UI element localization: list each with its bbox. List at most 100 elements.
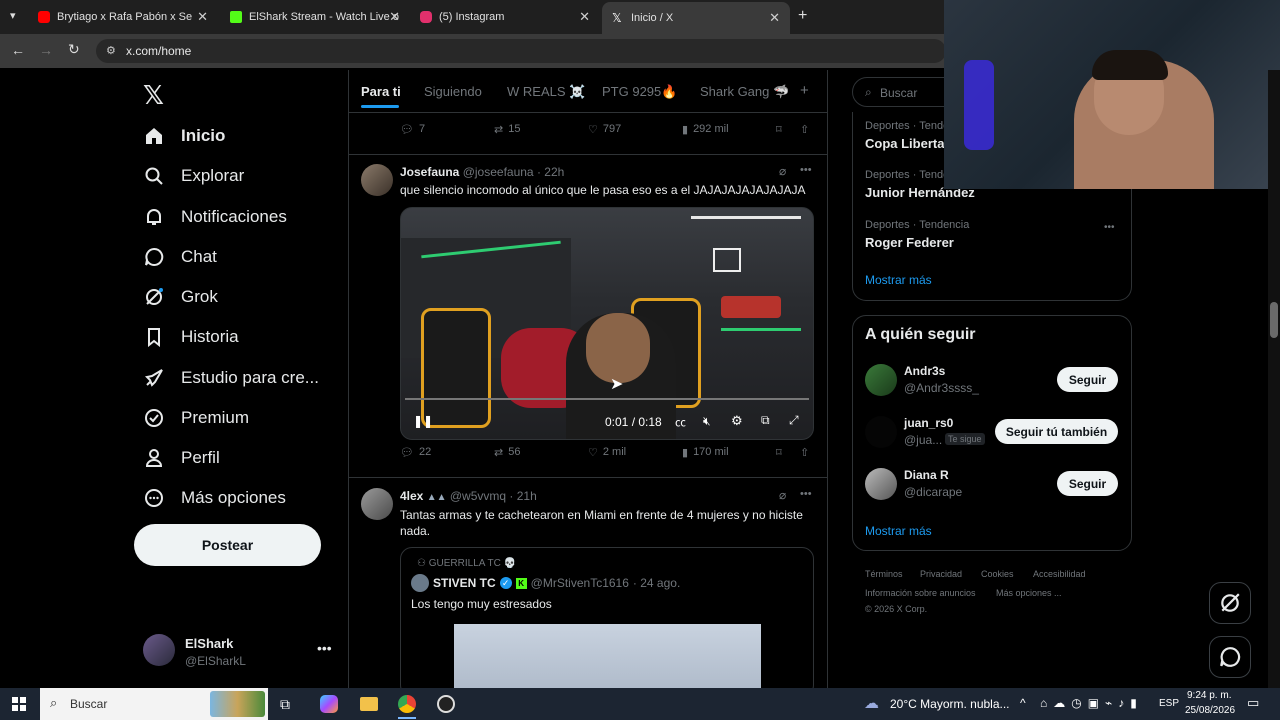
- close-tab-icon[interactable]: ✕: [579, 9, 590, 25]
- show-more-follow-link[interactable]: Mostrar más: [865, 524, 932, 538]
- clock-date[interactable]: 25/08/2026: [1185, 705, 1235, 716]
- fullscreen-icon[interactable]: ⤢: [789, 413, 799, 428]
- footer-link[interactable]: Más opciones ...: [996, 588, 1062, 598]
- tab-for-you[interactable]: Para ti: [361, 84, 401, 99]
- more-icon[interactable]: •••: [1104, 222, 1115, 233]
- quote-media[interactable]: [454, 624, 761, 696]
- share-icon[interactable]: ⇧: [800, 446, 809, 459]
- follow-name[interactable]: Diana R: [904, 468, 949, 482]
- weather-text[interactable]: 20°C Mayorm. nubla...: [890, 697, 1010, 711]
- author-handle[interactable]: @w5vvmq: [450, 489, 506, 503]
- close-tab-icon[interactable]: ✕: [389, 9, 400, 25]
- reload-icon[interactable]: ↻: [68, 41, 80, 58]
- share-icon[interactable]: ⇧: [800, 123, 809, 136]
- scrollbar-thumb[interactable]: [1270, 302, 1278, 338]
- avatar[interactable]: [865, 468, 897, 500]
- reply-button[interactable]: 💬︎ 7: [400, 123, 425, 136]
- weather-icon[interactable]: ☁: [864, 694, 879, 712]
- show-more-trends-link[interactable]: Mostrar más: [865, 273, 932, 287]
- site-info-icon[interactable]: ⚙: [106, 39, 116, 63]
- author-name[interactable]: Josefauna: [400, 165, 459, 179]
- avatar[interactable]: [361, 488, 393, 520]
- nav-premium[interactable]: Premium: [143, 401, 249, 435]
- grok-icon[interactable]: ⌀: [779, 164, 786, 178]
- scrollbar-track[interactable]: [1268, 70, 1280, 688]
- pause-icon[interactable]: ❚❚: [413, 414, 433, 428]
- follow-name[interactable]: juan_rs0: [904, 416, 953, 430]
- obs-icon[interactable]: [437, 695, 455, 713]
- post-button[interactable]: Postear: [134, 524, 321, 566]
- bookmark-icon[interactable]: ⌑: [776, 123, 782, 136]
- mute-icon[interactable]: 🔇︎: [703, 414, 711, 429]
- browser-tab[interactable]: Brytiago x Rafa Pabón x Se ✕: [28, 4, 218, 30]
- author-handle[interactable]: @joseefauna: [463, 165, 534, 179]
- nav-more[interactable]: Más opciones: [143, 481, 286, 515]
- copilot-icon[interactable]: [320, 695, 338, 713]
- nav-grok[interactable]: Grok: [143, 280, 218, 314]
- follow-name[interactable]: Andr3s: [904, 364, 945, 378]
- close-tab-icon[interactable]: ✕: [769, 10, 780, 26]
- follow-button[interactable]: Seguir: [1057, 367, 1118, 392]
- bookmark-icon[interactable]: ⌑: [776, 446, 782, 459]
- trend-item[interactable]: Roger Federer: [865, 235, 954, 250]
- avatar[interactable]: [865, 364, 897, 396]
- follow-button[interactable]: Seguir: [1057, 471, 1118, 496]
- nav-notifications[interactable]: Notificaciones: [143, 200, 287, 234]
- post-time[interactable]: · 22h: [537, 165, 564, 179]
- nav-profile[interactable]: Perfil: [143, 441, 220, 475]
- language-indicator[interactable]: ESP: [1159, 698, 1179, 709]
- grok-floating-button[interactable]: [1209, 582, 1251, 624]
- nav-chat[interactable]: Chat: [143, 240, 217, 274]
- browser-tab[interactable]: (5) Instagram ✕: [410, 4, 600, 30]
- footer-link[interactable]: Privacidad: [920, 569, 962, 579]
- taskbar-search[interactable]: ⌕ Buscar: [40, 688, 268, 720]
- notifications-icon[interactable]: ▭: [1247, 695, 1259, 711]
- captions-icon[interactable]: ㏄: [675, 414, 686, 430]
- settings-icon[interactable]: ⚙: [731, 413, 743, 429]
- nav-bookmarks[interactable]: Historia: [143, 320, 239, 354]
- forward-icon[interactable]: →: [39, 42, 53, 58]
- repost-button[interactable]: ⇄ 56: [494, 446, 520, 459]
- url-bar[interactable]: ⚙ x.com/home: [96, 39, 946, 63]
- x-logo-icon[interactable]: 𝕏: [143, 80, 164, 111]
- follow-back-button[interactable]: Seguir tú también: [995, 419, 1118, 444]
- more-icon[interactable]: •••: [800, 488, 812, 500]
- repost-button[interactable]: ⇄ 15: [494, 123, 520, 136]
- tray-icons[interactable]: ⌂☁◷▣⌁♪▮: [1040, 696, 1143, 710]
- new-tab-icon[interactable]: +: [798, 7, 807, 25]
- browser-tab-active[interactable]: 𝕏 Inicio / X ✕: [602, 2, 790, 34]
- windows-start-icon[interactable]: [12, 697, 26, 711]
- tab-following[interactable]: Siguiendo: [424, 84, 482, 99]
- video-player[interactable]: ❚❚ 0:01 / 0:18 ㏄ 🔇︎ ⚙ ⧉ ⤢: [400, 207, 814, 440]
- more-icon[interactable]: •••: [800, 164, 812, 176]
- task-view-icon[interactable]: ⧉: [280, 696, 290, 713]
- like-button[interactable]: ♡ 2 mil: [588, 446, 626, 459]
- nav-creator-studio[interactable]: Estudio para cre...: [143, 361, 319, 395]
- add-tab-icon[interactable]: +: [800, 82, 809, 99]
- like-button[interactable]: ♡ 797: [588, 123, 621, 136]
- pip-icon[interactable]: ⧉: [761, 413, 770, 428]
- views-button[interactable]: ▮ 170 mil: [682, 446, 729, 459]
- footer-link[interactable]: Información sobre anuncios: [865, 588, 976, 598]
- tray-chevron-icon[interactable]: ^: [1020, 696, 1026, 710]
- tab-list-icon[interactable]: ▾: [10, 9, 16, 22]
- views-button[interactable]: ▮ 292 mil: [682, 123, 729, 136]
- messages-floating-button[interactable]: [1209, 636, 1251, 678]
- clock-time[interactable]: 9:24 p. m.: [1187, 690, 1231, 701]
- footer-link[interactable]: Términos: [865, 569, 903, 579]
- more-icon[interactable]: •••: [317, 640, 332, 656]
- video-progress[interactable]: [405, 398, 809, 400]
- tab-list[interactable]: PTG 9295🔥: [602, 84, 677, 100]
- back-icon[interactable]: ←: [11, 42, 25, 58]
- quoted-post[interactable]: ⚇ GUERRILLA TC 💀 STIVEN TC ✓ K @MrStiven…: [400, 547, 814, 697]
- post-time[interactable]: · 21h: [509, 489, 536, 503]
- footer-link[interactable]: Accesibilidad: [1033, 569, 1086, 579]
- avatar[interactable]: [865, 416, 897, 448]
- avatar[interactable]: [361, 164, 393, 196]
- reply-button[interactable]: 💬︎ 22: [400, 446, 431, 459]
- author-name[interactable]: 4lex: [400, 489, 423, 503]
- nav-explore[interactable]: Explorar: [143, 159, 244, 193]
- tab-list[interactable]: Shark Gang 🦈: [700, 84, 789, 100]
- nav-home[interactable]: Inicio: [143, 119, 225, 153]
- footer-link[interactable]: Cookies: [981, 569, 1014, 579]
